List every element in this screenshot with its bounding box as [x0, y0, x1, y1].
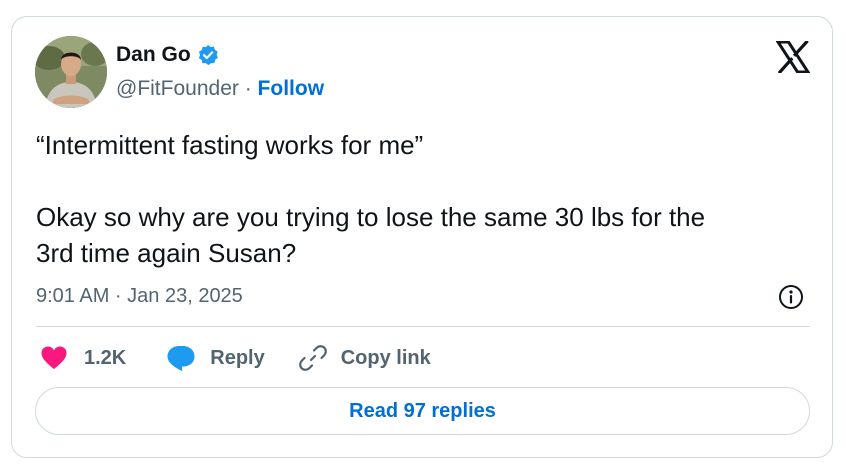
- follow-button[interactable]: Follow: [258, 76, 325, 102]
- like-button[interactable]: 1.2K: [40, 344, 126, 372]
- copy-link-label: Copy link: [340, 347, 431, 369]
- verified-badge-icon: [197, 44, 219, 66]
- author-handle[interactable]: @FitFounder: [116, 76, 239, 102]
- speech-bubble-icon: [167, 346, 195, 371]
- like-count: 1.2K: [84, 347, 127, 369]
- copy-link-button[interactable]: Copy link: [298, 344, 431, 372]
- handle-separator: ·: [238, 77, 258, 100]
- reply-button[interactable]: Reply: [166, 344, 265, 372]
- x-logo-icon[interactable]: [775, 39, 811, 75]
- author-handle-row: @FitFounder · Follow: [116, 76, 324, 102]
- author-name-row: Dan Go: [116, 42, 219, 68]
- read-replies-button[interactable]: Read 97 replies: [35, 387, 810, 435]
- action-bar: 1.2K Reply Copy link: [40, 342, 431, 374]
- tweet-timestamp[interactable]: 9:01 AM · Jan 23, 2025: [36, 283, 243, 309]
- tweet-card: Dan Go @FitFounder · Follow “Intermitten…: [11, 16, 833, 458]
- divider: [36, 326, 810, 327]
- info-icon[interactable]: [778, 284, 804, 310]
- reply-label: Reply: [210, 347, 265, 369]
- tweet-text: “Intermittent fasting works for me” Okay…: [36, 130, 706, 268]
- heart-icon: [41, 346, 67, 369]
- link-icon: [298, 345, 327, 371]
- avatar[interactable]: [35, 36, 107, 108]
- author-name[interactable]: Dan Go: [116, 42, 191, 68]
